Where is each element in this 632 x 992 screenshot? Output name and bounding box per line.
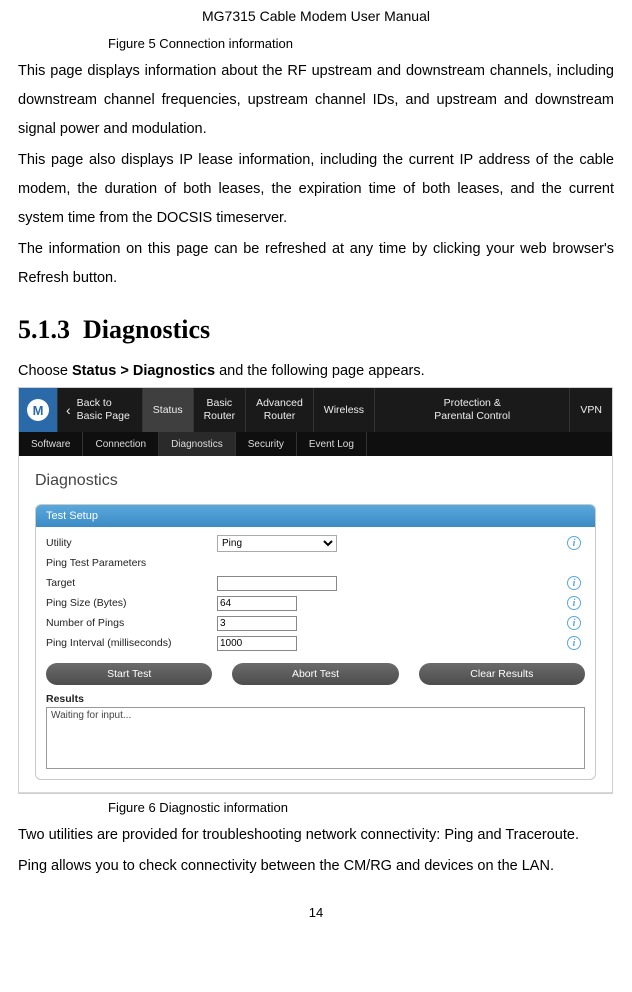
- nav-adv-router-l2: Router: [264, 410, 296, 423]
- doc-header: MG7315 Cable Modem User Manual: [18, 0, 614, 36]
- subnav-eventlog[interactable]: Event Log: [297, 432, 367, 456]
- nav-protection[interactable]: Protection & Parental Control: [374, 388, 569, 432]
- nav-status-label: Status: [153, 404, 183, 417]
- paragraph-3: The information on this page can be refr…: [18, 235, 614, 293]
- paragraph-2: This page also displays IP lease informa…: [18, 146, 614, 233]
- row-utility: Utility Ping i: [46, 533, 585, 553]
- info-icon[interactable]: i: [567, 536, 581, 550]
- choose-instruction: Choose Status > Diagnostics and the foll…: [18, 363, 614, 379]
- number-input[interactable]: [217, 616, 297, 631]
- row-size: Ping Size (Bytes) i: [46, 593, 585, 613]
- row-target: Target i: [46, 573, 585, 593]
- nav-wireless-label: Wireless: [324, 404, 364, 417]
- section-title: Diagnostics: [83, 315, 210, 344]
- figure5-caption: Figure 5 Connection information: [18, 36, 614, 51]
- row-interval: Ping Interval (milliseconds) i: [46, 633, 585, 653]
- nav-vpn-label: VPN: [580, 404, 602, 417]
- paragraph-5: Ping allows you to check connectivity be…: [18, 852, 614, 881]
- nav-basic-router-l1: Basic: [206, 397, 232, 410]
- results-textarea[interactable]: Waiting for input...: [46, 707, 585, 769]
- nav-back-line2: Basic Page: [77, 410, 130, 422]
- nav-vpn[interactable]: VPN: [569, 388, 612, 432]
- nav-wireless[interactable]: Wireless: [313, 388, 374, 432]
- nav-advanced-router[interactable]: Advanced Router: [245, 388, 313, 432]
- target-input[interactable]: [217, 576, 337, 591]
- info-icon[interactable]: i: [567, 616, 581, 630]
- chevron-left-icon: ‹: [66, 402, 71, 419]
- utility-control: Ping: [217, 535, 337, 552]
- nav-back-line1: Back to: [77, 397, 112, 409]
- label-utility: Utility: [46, 537, 211, 549]
- paragraph-4: Two utilities are provided for troublesh…: [18, 821, 614, 850]
- section-number: 5.1.3: [18, 315, 70, 344]
- test-setup-panel: Test Setup Utility Ping i Ping Test Para…: [35, 504, 596, 780]
- nav-back-text: Back to Basic Page: [77, 397, 130, 422]
- subnav-diagnostics[interactable]: Diagnostics: [159, 432, 236, 456]
- label-target: Target: [46, 577, 211, 589]
- sub-nav: Software Connection Diagnostics Security…: [19, 432, 612, 456]
- button-row: Start Test Abort Test Clear Results: [46, 663, 585, 685]
- info-icon[interactable]: i: [567, 576, 581, 590]
- info-icon[interactable]: i: [567, 636, 581, 650]
- abort-test-button[interactable]: Abort Test: [232, 663, 398, 685]
- top-nav: M ‹ Back to Basic Page Status Basic Rout…: [19, 388, 612, 432]
- app-screenshot: M ‹ Back to Basic Page Status Basic Rout…: [18, 387, 613, 794]
- nav-adv-router-l1: Advanced: [256, 397, 303, 410]
- nav-protection-l2: Parental Control: [434, 410, 510, 423]
- subnav-software[interactable]: Software: [19, 432, 83, 456]
- size-input[interactable]: [217, 596, 297, 611]
- paragraph-1: This page displays information about the…: [18, 57, 614, 144]
- panel-body: Utility Ping i Ping Test Parameters Targ…: [36, 527, 595, 779]
- clear-results-button[interactable]: Clear Results: [419, 663, 585, 685]
- choose-prefix: Choose: [18, 363, 72, 379]
- subnav-connection[interactable]: Connection: [83, 432, 159, 456]
- interval-input[interactable]: [217, 636, 297, 651]
- label-number: Number of Pings: [46, 617, 211, 629]
- row-params: Ping Test Parameters: [46, 553, 585, 573]
- diagnostics-title: Diagnostics: [35, 472, 596, 490]
- label-params: Ping Test Parameters: [46, 557, 211, 569]
- utility-select[interactable]: Ping: [217, 535, 337, 552]
- info-icon[interactable]: i: [567, 596, 581, 610]
- logo-cell[interactable]: M: [19, 388, 57, 432]
- nav-basic-router-l2: Router: [204, 410, 236, 423]
- label-interval: Ping Interval (milliseconds): [46, 637, 211, 649]
- section-heading: 5.1.3 Diagnostics: [18, 315, 614, 345]
- choose-suffix: and the following page appears.: [215, 363, 425, 379]
- panel-header: Test Setup: [36, 505, 595, 527]
- motorola-logo-icon: M: [27, 399, 49, 421]
- page-number: 14: [18, 905, 614, 920]
- row-number: Number of Pings i: [46, 613, 585, 633]
- nav-status[interactable]: Status: [142, 388, 193, 432]
- choose-bold: Status > Diagnostics: [72, 363, 215, 379]
- figure6-caption: Figure 6 Diagnostic information: [18, 800, 614, 815]
- start-test-button[interactable]: Start Test: [46, 663, 212, 685]
- nav-protection-l1: Protection &: [444, 397, 501, 410]
- divider: [19, 792, 612, 793]
- label-size: Ping Size (Bytes): [46, 597, 211, 609]
- nav-back-button[interactable]: ‹ Back to Basic Page: [57, 388, 142, 432]
- nav-basic-router[interactable]: Basic Router: [193, 388, 246, 432]
- results-label: Results: [46, 693, 585, 705]
- diagnostics-body: Diagnostics Test Setup Utility Ping i Pi…: [19, 456, 612, 790]
- subnav-security[interactable]: Security: [236, 432, 297, 456]
